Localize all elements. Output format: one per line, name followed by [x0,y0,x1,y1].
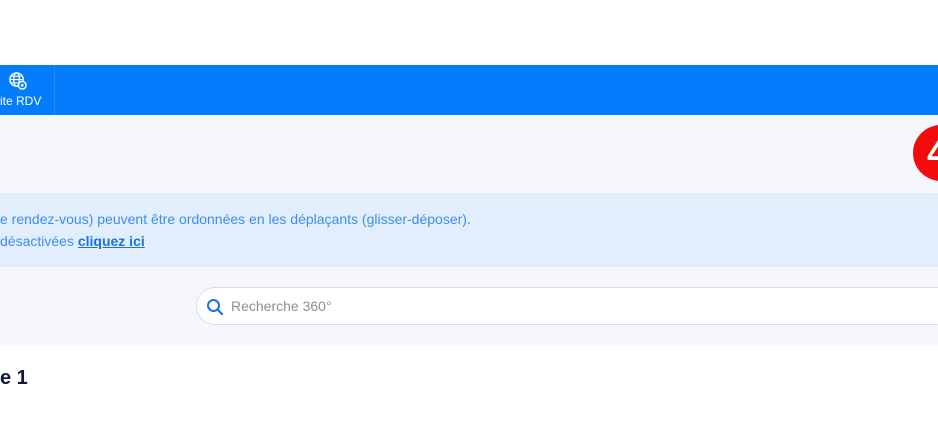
search-input[interactable] [231,289,931,323]
info-text-line-1: e rendez-vous) peuvent être ordonnées en… [0,211,471,227]
search-bar[interactable] [196,287,938,325]
click-here-link[interactable]: cliquez ici [78,233,145,249]
search-icon [207,299,224,316]
info-banner: e rendez-vous) peuvent être ordonnées en… [0,193,938,267]
info-text-prefix: désactivées [0,233,74,249]
nav-item-site-rdv[interactable]: ite RDV [0,65,55,115]
top-nav-bar: ite RDV [0,65,938,115]
globe-gear-icon [9,72,27,90]
section-title: e 1 [0,367,28,389]
info-text-line-2: désactivées cliquez ici [0,232,145,250]
nav-item-label: ite RDV [0,94,42,108]
